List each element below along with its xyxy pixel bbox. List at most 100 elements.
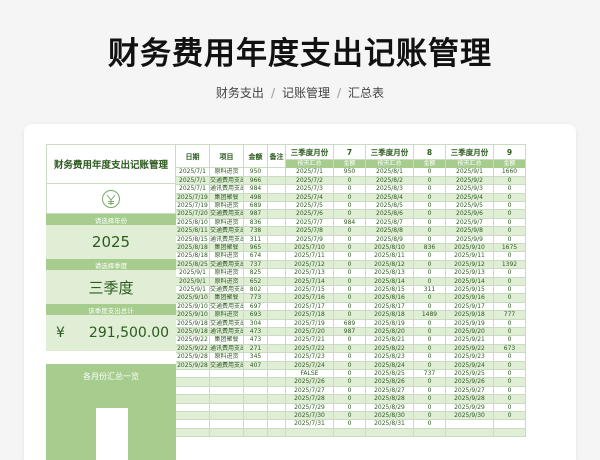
month-cell[interactable]: 0 [334,378,366,387]
month-cell[interactable]: 0 [334,227,366,236]
ledger-cell[interactable] [176,412,210,421]
ledger-cell[interactable]: 2025/9/18 [176,319,210,328]
month-cell[interactable] [446,420,494,429]
month-cell[interactable]: 0 [494,412,526,421]
ledger-cell[interactable]: 773 [244,294,268,303]
ledger-cell[interactable]: 693 [244,311,268,320]
ledger-cell[interactable]: 2025/9/10 [176,302,210,312]
month-cell[interactable]: 2025/9/13 [446,269,494,278]
month-cell[interactable]: 2025/9/26 [446,378,494,387]
month-cell[interactable]: 0 [494,227,526,236]
month-cell[interactable]: 2025/8/31 [366,420,414,429]
ledger-cell[interactable] [268,193,286,202]
month-cell[interactable]: 2025/8/14 [366,277,414,286]
month-cell[interactable]: 2025/9/17 [446,302,494,312]
ledger-cell[interactable]: 2025/8/11 [176,227,210,236]
month-cell[interactable]: 2025/7/29 [286,403,334,412]
month-cell[interactable]: 2025/9/1 [446,168,494,177]
ledger-cell[interactable]: 交通费用支出 [210,210,244,219]
month-cell[interactable]: 0 [334,302,366,312]
month-cell[interactable]: 0 [494,395,526,404]
month-cell[interactable]: 0 [334,244,366,253]
ledger-cell[interactable]: 987 [244,210,268,219]
ledger-cell[interactable] [268,252,286,261]
ledger-cell[interactable] [268,302,286,312]
ledger-cell[interactable]: 通讯费用支出 [210,328,244,337]
month-cell[interactable]: 2025/8/13 [366,269,414,278]
month-cell[interactable]: 1675 [494,244,526,253]
month-cell[interactable]: 0 [494,370,526,379]
month-cell[interactable]: 0 [414,395,446,404]
month-cell[interactable]: 2025/9/28 [446,395,494,404]
month-cell[interactable]: 2025/7/24 [286,361,334,370]
month-cell[interactable]: 2025/7/3 [286,185,334,194]
month-cell[interactable]: 2025/8/1 [366,168,414,177]
month-cell[interactable]: 2025/9/27 [446,386,494,396]
month-cell[interactable]: 2025/9/10 [446,244,494,253]
month-cell[interactable]: 673 [494,344,526,354]
ledger-cell[interactable] [268,260,286,270]
ledger-cell[interactable] [268,328,286,337]
year-select[interactable]: 2025 [46,225,176,259]
month-cell[interactable]: 0 [334,353,366,362]
month-cell[interactable]: 2025/8/24 [366,361,414,370]
month-cell[interactable]: 2025/7/15 [286,286,334,295]
ledger-cell[interactable] [268,344,286,354]
month-cell[interactable]: 0 [414,210,446,219]
ledger-cell[interactable]: 交通费用支出 [210,176,244,186]
ledger-cell[interactable]: 交通费用支出 [210,286,244,295]
month-cell[interactable]: 0 [334,344,366,354]
ledger-cell[interactable]: 2025/8/18 [176,252,210,261]
month-cell[interactable]: 2025/7/12 [286,260,334,270]
ledger-cell[interactable]: 407 [244,361,268,370]
ledger-cell[interactable] [268,361,286,370]
month-cell[interactable]: 2025/7/28 [286,395,334,404]
month-cell[interactable]: 2025/7/1 [286,168,334,177]
month-cell[interactable]: 2025/9/14 [446,277,494,286]
month-cell[interactable]: 0 [494,277,526,286]
ledger-cell[interactable]: 271 [244,344,268,354]
month-cell[interactable]: 2025/9/29 [446,403,494,412]
month-cell[interactable]: 2025/7/14 [286,277,334,286]
month-cell[interactable]: 2025/8/4 [366,193,414,202]
month-cell[interactable]: 2025/7/5 [286,202,334,211]
month-cell[interactable]: 2025/8/17 [366,302,414,312]
month-cell[interactable]: 0 [494,361,526,370]
month-cell[interactable]: 0 [334,420,366,429]
ledger-cell[interactable] [210,420,244,429]
ledger-cell[interactable]: 交通费用支出 [210,302,244,312]
ledger-cell[interactable]: 2025/9/1 [176,286,210,295]
month-cell[interactable]: 0 [494,302,526,312]
month-cell[interactable]: 2025/9/3 [446,185,494,194]
month-cell[interactable]: 0 [414,168,446,177]
month-cell[interactable]: 0 [494,319,526,328]
month-cell[interactable]: 0 [414,319,446,328]
month-cell[interactable]: 2025/7/21 [286,336,334,345]
ledger-cell[interactable]: 原料进货 [210,252,244,261]
month-cell[interactable]: 0 [414,378,446,387]
month-cell[interactable]: 2025/7/11 [286,252,334,261]
ledger-cell[interactable] [176,370,210,379]
month-cell[interactable]: 0 [414,269,446,278]
month-cell[interactable]: 2025/9/8 [446,227,494,236]
month-cell[interactable]: 0 [494,328,526,337]
ledger-cell[interactable] [268,294,286,303]
month-cell[interactable]: 2025/7/31 [286,420,334,429]
month-cell[interactable]: 0 [334,210,366,219]
ledger-cell[interactable] [176,395,210,404]
month-number[interactable]: 7 [334,144,366,160]
month-cell[interactable]: 0 [414,185,446,194]
month-cell[interactable]: 2025/8/21 [366,336,414,345]
month-cell[interactable]: 2025/9/25 [446,370,494,379]
month-cell[interactable]: 2025/7/27 [286,386,334,396]
ledger-cell[interactable]: 2025/8/15 [176,235,210,244]
month-cell[interactable]: 2025/9/7 [446,218,494,228]
month-cell[interactable]: 987 [334,328,366,337]
ledger-cell[interactable]: 交通费用支出 [210,319,244,328]
ledger-cell[interactable] [244,386,268,396]
month-cell[interactable]: 2025/7/30 [286,412,334,421]
month-cell[interactable]: 0 [494,185,526,194]
ledger-cell[interactable]: 802 [244,286,268,295]
month-cell[interactable]: 0 [414,193,446,202]
month-cell[interactable]: 0 [494,252,526,261]
